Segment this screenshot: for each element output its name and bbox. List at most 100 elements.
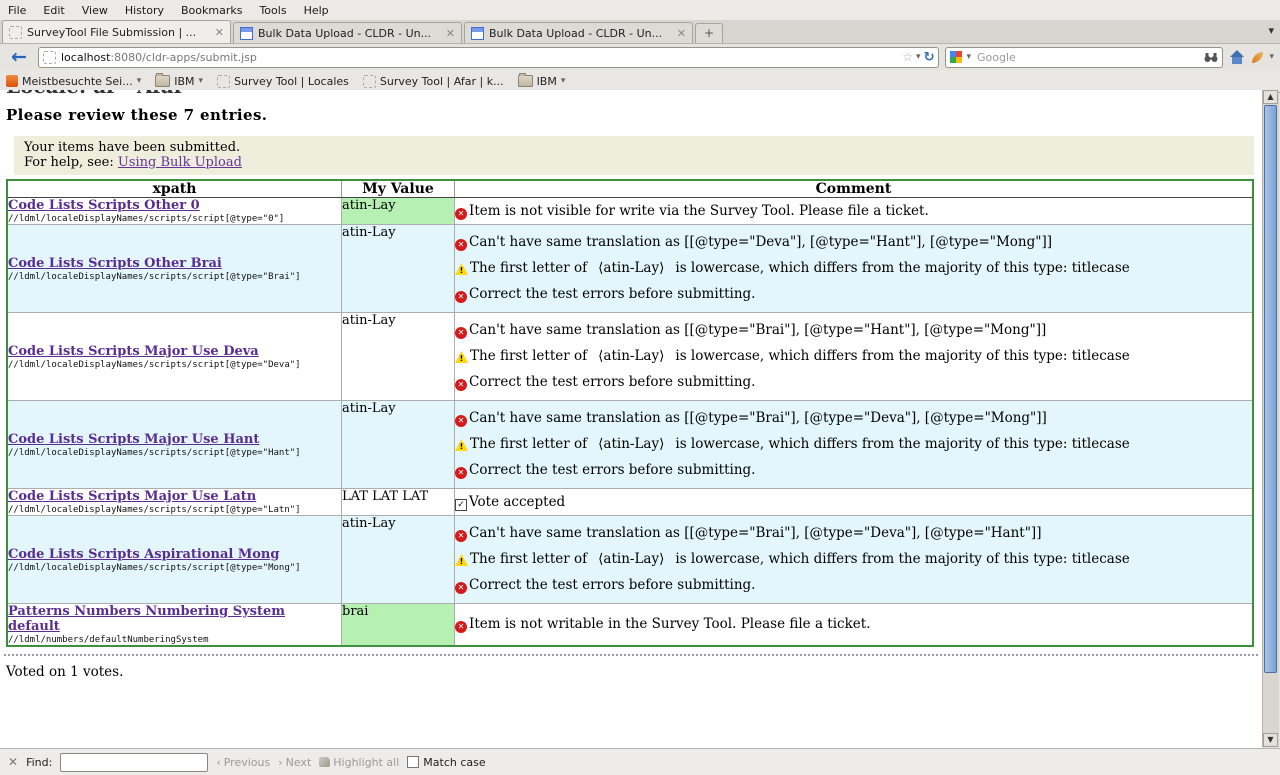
tab-surveytool[interactable]: SurveyTool File Submission | ... ✕ [2, 20, 231, 43]
xpath-cell: Code Lists Scripts Other 0 //ldml/locale… [7, 198, 342, 225]
notice-help-prefix: For help, see: [24, 155, 118, 170]
menu-edit[interactable]: Edit [43, 4, 64, 17]
xpath-cell: Code Lists Scripts Major Use Deva //ldml… [7, 313, 342, 401]
value-text: LAT LAT LAT [342, 489, 428, 504]
tab-close-icon[interactable]: ✕ [215, 26, 224, 39]
header-xpath: xpath [7, 180, 342, 198]
xpath-path: //ldml/numbers/defaultNumberingSystem [8, 635, 341, 645]
xpath-link[interactable]: Code Lists Scripts Major Use Latn [8, 489, 256, 504]
menu-bar: File Edit View History Bookmarks Tools H… [0, 0, 1280, 20]
value-text: atin-Lay [342, 198, 396, 213]
dotted-separator [4, 654, 1258, 656]
url-path: :8080/cldr-apps/submit.jsp [110, 51, 256, 64]
find-next-button[interactable]: › Next [278, 756, 311, 769]
table-header-row: xpath My Value Comment [7, 180, 1253, 198]
xpath-link[interactable]: Code Lists Scripts Other 0 [8, 198, 200, 213]
tab-bulk-upload-2[interactable]: Bulk Data Upload - CLDR - Un... ✕ [464, 22, 693, 43]
tab-close-icon[interactable]: ✕ [677, 27, 686, 40]
menu-history[interactable]: History [125, 4, 164, 17]
xpath-link[interactable]: Code Lists Scripts Major Use Hant [8, 432, 259, 447]
comment-item: ✕Correct the test errors before submitti… [455, 286, 1252, 303]
page-title: Please review these 7 entries. [6, 106, 1262, 124]
bookmark-label: IBM [537, 75, 557, 88]
tab-close-icon[interactable]: ✕ [446, 27, 455, 40]
list-all-tabs-icon[interactable]: ▾ [1268, 24, 1274, 37]
back-button[interactable]: ← [6, 46, 32, 68]
notice-line1: Your items have been submitted. [24, 140, 1244, 155]
bookmark-star-icon[interactable]: ☆ [902, 50, 913, 64]
menu-view[interactable]: View [82, 4, 108, 17]
folder-icon [518, 75, 533, 87]
menu-bookmarks[interactable]: Bookmarks [181, 4, 242, 17]
menu-file[interactable]: File [8, 4, 26, 17]
bookmark-survey-tool-afar[interactable]: Survey Tool | Afar | k... [363, 75, 504, 88]
scroll-up-icon[interactable]: ▲ [1263, 90, 1278, 104]
reload-icon[interactable]: ↻ [924, 50, 935, 65]
review-table: xpath My Value Comment Code Lists Script… [6, 179, 1254, 647]
find-next-label: Next [286, 756, 312, 769]
comment-item: !The first letter of ⟨atin-Lay⟩ is lower… [455, 260, 1252, 277]
warning-icon: ! [455, 263, 468, 275]
match-case-option[interactable]: Match case [407, 756, 485, 769]
xpath-path: //ldml/localeDisplayNames/scripts/script… [8, 448, 341, 458]
match-case-checkbox[interactable] [407, 756, 419, 768]
xpath-path: //ldml/localeDisplayNames/scripts/script… [8, 272, 341, 282]
url-bar[interactable]: localhost:8080/cldr-apps/submit.jsp ☆ ▾ … [38, 47, 939, 68]
xpath-link[interactable]: Patterns Numbers Numbering System defaul… [8, 604, 285, 634]
find-previous-button[interactable]: ‹ Previous [216, 756, 270, 769]
menu-help[interactable]: Help [304, 4, 329, 17]
bookmark-most-visited[interactable]: Meistbesuchte Sei... ▾ [6, 75, 141, 88]
highlighter-icon [319, 757, 330, 767]
comment-item: !The first letter of ⟨atin-Lay⟩ is lower… [455, 436, 1252, 453]
using-bulk-upload-link[interactable]: Using Bulk Upload [118, 155, 242, 170]
quill-extension-icon[interactable] [1252, 52, 1263, 63]
error-icon: ✕ [455, 208, 467, 220]
xpath-link[interactable]: Code Lists Scripts Other Brai [8, 256, 222, 271]
tab-favicon-placeholder [9, 26, 22, 39]
find-input[interactable] [60, 753, 208, 772]
review-table-body: Code Lists Scripts Other 0 //ldml/locale… [7, 198, 1253, 647]
value-text: atin-Lay [342, 516, 396, 531]
value-cell: brai [342, 604, 455, 647]
search-bar[interactable]: ▾ [945, 47, 1223, 68]
bookmark-folder-ibm-2[interactable]: IBM ▾ [518, 75, 566, 88]
xpath-cell: Code Lists Scripts Aspirational Mong //l… [7, 516, 342, 604]
url-dropdown-icon[interactable]: ▾ [916, 52, 921, 62]
table-row: Code Lists Scripts Major Use Latn //ldml… [7, 489, 1253, 516]
toolbar-overflow-icon[interactable]: ▾ [1269, 52, 1274, 62]
bookmark-folder-ibm-1[interactable]: IBM ▾ [155, 75, 203, 88]
new-tab-button[interactable]: + [695, 23, 723, 43]
page-content: Locale: af - Afar Please review these 7 … [0, 90, 1262, 748]
highlight-all-button[interactable]: Highlight all [319, 756, 399, 769]
vertical-scrollbar[interactable]: ▲ ▼ [1262, 90, 1279, 747]
xpath-link[interactable]: Code Lists Scripts Aspirational Mong [8, 547, 279, 562]
warning-icon: ! [455, 554, 468, 566]
close-icon[interactable]: ✕ [8, 755, 18, 769]
search-input[interactable] [975, 50, 1200, 65]
header-my-value: My Value [342, 180, 455, 198]
value-cell: atin-Lay [342, 225, 455, 313]
warning-icon: ! [455, 439, 468, 451]
error-icon: ✕ [455, 327, 467, 339]
menu-tools[interactable]: Tools [259, 4, 286, 17]
comment-cell: ✕Can't have same translation as [[@type=… [455, 225, 1254, 313]
error-icon: ✕ [455, 379, 467, 391]
checkbox-icon[interactable]: ✓ [455, 499, 467, 511]
scrollbar-thumb[interactable] [1264, 105, 1277, 673]
table-row: Code Lists Scripts Other Brai //ldml/loc… [7, 225, 1253, 313]
binoculars-icon[interactable] [1204, 52, 1218, 63]
error-icon: ✕ [455, 239, 467, 251]
bookmark-survey-tool-locales[interactable]: Survey Tool | Locales [217, 75, 349, 88]
bookmark-label: Survey Tool | Afar | k... [380, 75, 504, 88]
tab-bulk-upload-1[interactable]: Bulk Data Upload - CLDR - Un... ✕ [233, 22, 462, 43]
comment-cell: ✕Item is not visible for write via the S… [455, 198, 1254, 225]
search-engine-dropdown-icon[interactable]: ▾ [966, 52, 971, 62]
comment-item: ✕Can't have same translation as [[@type=… [455, 525, 1252, 542]
xpath-link[interactable]: Code Lists Scripts Major Use Deva [8, 344, 259, 359]
table-row: Patterns Numbers Numbering System defaul… [7, 604, 1253, 647]
xpath-path: //ldml/localeDisplayNames/scripts/script… [8, 360, 341, 370]
home-icon[interactable] [1229, 50, 1246, 65]
table-row: Code Lists Scripts Aspirational Mong //l… [7, 516, 1253, 604]
comment-item: ✕Correct the test errors before submitti… [455, 462, 1252, 479]
scroll-down-icon[interactable]: ▼ [1263, 733, 1278, 747]
